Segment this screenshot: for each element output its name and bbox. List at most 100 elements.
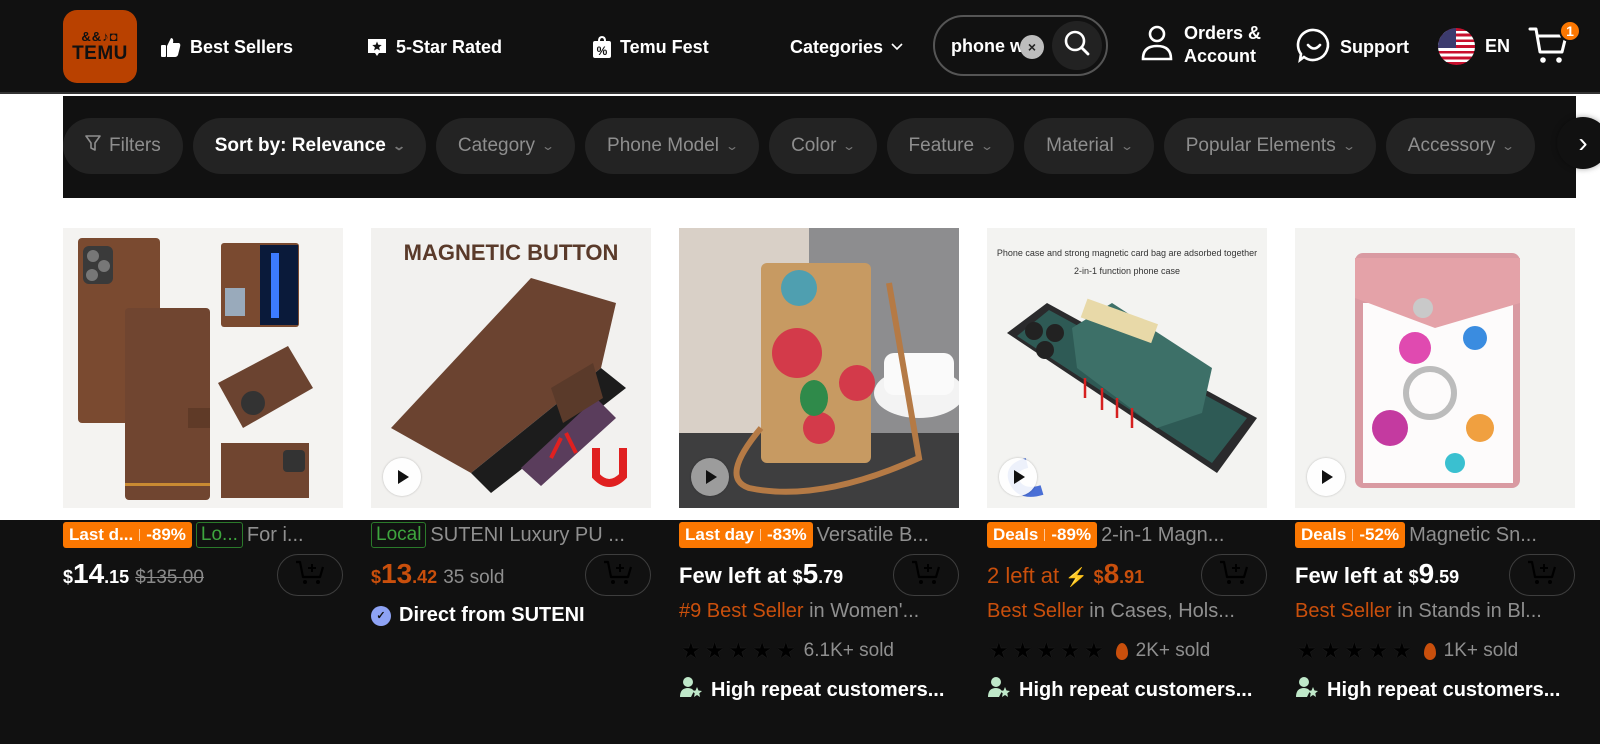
search-input[interactable]: [951, 33, 1031, 59]
product-image[interactable]: [63, 228, 343, 508]
image-caption: Phone case and strong magnetic card bag …: [997, 248, 1257, 258]
sold-count: 1K+ sold: [1443, 640, 1519, 661]
product-title[interactable]: For i...: [247, 524, 304, 547]
product-image[interactable]: MAGNETIC BUTTON: [371, 228, 651, 508]
best-seller-rank[interactable]: #9 Best Seller in Women'...: [679, 600, 919, 623]
price-decimal: .59: [1434, 567, 1460, 587]
product-title[interactable]: 2-in-1 Magn...: [1101, 524, 1224, 547]
filters-button[interactable]: Filters: [63, 118, 183, 174]
top-header: &&♪◘ TEMU Best Sellers 5-Star Rated % Te…: [0, 0, 1600, 94]
price-integer: 9: [1418, 558, 1435, 589]
price-integer: 14: [73, 558, 105, 589]
product-title[interactable]: Magnetic Sn...: [1409, 524, 1537, 547]
price-row: Few left at $5.79: [679, 558, 843, 598]
star-icon: ★: [1344, 638, 1365, 663]
image-caption: 2-in-1 function phone case: [1074, 266, 1180, 276]
deal-separator: [1044, 529, 1046, 541]
cart-button[interactable]: 1: [1528, 18, 1582, 68]
filter-material[interactable]: Material ⌄: [1024, 118, 1154, 174]
play-video-button[interactable]: [1307, 458, 1345, 496]
nav-categories[interactable]: Categories: [790, 30, 903, 64]
product-title[interactable]: Versatile B...: [817, 524, 929, 547]
half-star-icon: ★: [1083, 638, 1104, 663]
play-video-button[interactable]: [999, 458, 1037, 496]
product-card[interactable]: Last d... -89% Lo... For i... $14.15 $13…: [63, 228, 343, 596]
support-label: Support: [1340, 37, 1409, 57]
filter-feature[interactable]: Feature ⌄: [886, 118, 1015, 174]
product-card[interactable]: Phone case and strong magnetic card bag …: [987, 228, 1267, 701]
rank-category: in Women'...: [809, 600, 920, 622]
svg-text:%: %: [597, 44, 608, 58]
support-chat-icon: [1296, 27, 1332, 68]
stock-notice: Few left at: [1295, 563, 1403, 588]
chevron-down-icon: [891, 43, 903, 51]
seller-label: Direct from SUTENI: [399, 604, 585, 626]
filter-popular-elements[interactable]: Popular Elements ⌄: [1163, 118, 1376, 174]
product-card[interactable]: MAGNETIC BUTTON Local SUTENI Luxury PU .…: [371, 228, 651, 626]
nav-best-sellers[interactable]: Best Sellers: [160, 30, 293, 64]
product-image[interactable]: Phone case and strong magnetic card bag …: [987, 228, 1267, 508]
product-price: $9.59: [1409, 558, 1460, 590]
product-image[interactable]: [679, 228, 959, 508]
best-seller-rank[interactable]: Best Seller in Cases, Hols...: [987, 600, 1235, 623]
price-integer: 5: [802, 558, 819, 589]
repeat-customers-row: High repeat customers...: [679, 676, 944, 704]
add-to-cart-button[interactable]: [277, 554, 343, 596]
chevron-down-icon: ⌄: [980, 139, 995, 153]
product-title-row: Deals -89% 2-in-1 Magn...: [987, 522, 1277, 548]
product-image[interactable]: [1295, 228, 1575, 508]
add-to-cart-button[interactable]: [1509, 554, 1575, 596]
user-star-icon: [1295, 676, 1319, 704]
logo-text: TEMU: [72, 42, 128, 64]
filter-label: Accessory: [1407, 135, 1496, 156]
deal-badge: Deals -52%: [1295, 522, 1406, 548]
star-icon: ★: [681, 638, 701, 663]
filters-label: Filters: [109, 135, 161, 156]
product-card[interactable]: Deals -52% Magnetic Sn... Few left at $9…: [1295, 228, 1575, 701]
repeat-customers-label: High repeat customers...: [1327, 678, 1561, 701]
product-title-row: Last d... -89% Lo... For i...: [63, 522, 353, 548]
play-video-button[interactable]: [383, 458, 421, 496]
rank-label: Best Seller: [1295, 600, 1392, 622]
product-title-row: Deals -52% Magnetic Sn...: [1295, 522, 1585, 548]
account-label: Account: [1184, 46, 1256, 66]
product-price: $8.91: [1094, 558, 1145, 590]
filter-accessory[interactable]: Accessory ⌄: [1385, 118, 1536, 174]
nav-five-star-rated[interactable]: 5-Star Rated: [366, 30, 502, 64]
star-icon: ★: [728, 638, 749, 663]
star-icon: ★: [1012, 638, 1033, 663]
user-icon: [1140, 24, 1174, 67]
sort-by-dropdown[interactable]: Sort by: Relevance ⌄: [192, 118, 426, 174]
nav-temu-fest[interactable]: % Temu Fest: [592, 30, 709, 64]
language-selector[interactable]: EN: [1438, 28, 1510, 65]
scroll-filters-right-button[interactable]: ›: [1557, 117, 1600, 169]
orders-account-link[interactable]: Orders & Account: [1140, 22, 1261, 68]
filter-color[interactable]: Color ⌄: [769, 118, 877, 174]
price-currency: $: [1408, 567, 1419, 587]
add-to-cart-icon: [603, 560, 633, 591]
product-card[interactable]: Last day -83% Versatile B... Few left at…: [679, 228, 959, 701]
filter-category[interactable]: Category ⌄: [435, 118, 576, 174]
search-button[interactable]: [1052, 21, 1102, 70]
best-seller-rank[interactable]: Best Seller in Stands in Bl...: [1295, 600, 1542, 623]
add-to-cart-button[interactable]: [1201, 554, 1267, 596]
rank-category: in Stands in Bl...: [1397, 600, 1542, 622]
support-link[interactable]: Support: [1296, 27, 1409, 68]
lightning-icon: ⚡: [1065, 567, 1088, 587]
clear-search-button[interactable]: ×: [1020, 35, 1044, 59]
language-label: EN: [1485, 36, 1511, 56]
deal-separator: [139, 529, 141, 541]
filter-phone-model[interactable]: Phone Model ⌄: [585, 118, 760, 174]
search-icon: [1063, 29, 1091, 62]
add-to-cart-button[interactable]: [893, 554, 959, 596]
product-title[interactable]: SUTENI Luxury PU ...: [430, 524, 625, 547]
play-video-button[interactable]: [691, 458, 729, 496]
filter-bar: Filters Sort by: Relevance ⌄ Category ⌄ …: [63, 96, 1576, 198]
deal-separator: [1352, 529, 1354, 541]
star-icon: ★: [1036, 638, 1057, 663]
seller-row[interactable]: ✓ Direct from SUTENI: [371, 604, 585, 627]
add-to-cart-button[interactable]: [585, 554, 651, 596]
deal-label: Deals: [993, 525, 1039, 544]
temu-logo[interactable]: &&♪◘ TEMU: [63, 10, 137, 83]
sold-count: 6.1K+ sold: [803, 640, 894, 661]
